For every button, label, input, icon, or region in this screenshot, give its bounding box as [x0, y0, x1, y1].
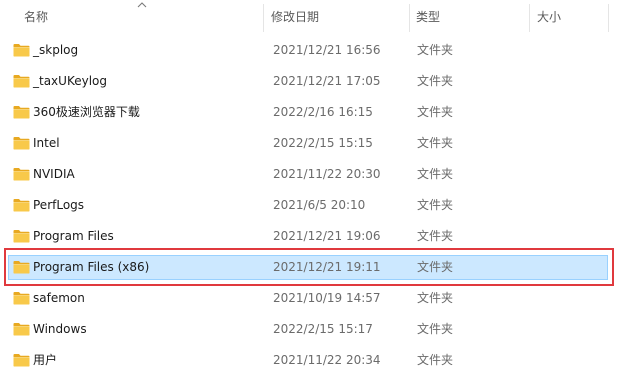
- item-type: 文件夹: [417, 105, 454, 119]
- modified-date: 2022/2/16 16:15: [273, 105, 373, 119]
- folder-icon: [13, 167, 30, 181]
- file-row[interactable]: _taxUKeylog 2021/12/21 17:05 文件夹: [0, 66, 638, 97]
- file-row[interactable]: Intel 2022/2/15 15:15 文件夹: [0, 128, 638, 159]
- folder-icon: [13, 260, 30, 274]
- file-list: _skplog 2021/12/21 16:56 文件夹 _taxUKeylog 202…: [0, 35, 638, 376]
- modified-date: 2022/2/15 15:17: [273, 322, 373, 336]
- file-row[interactable]: PerfLogs 2021/6/5 20:10 文件夹: [0, 190, 638, 221]
- file-name[interactable]: 360极速浏览器下载: [33, 97, 140, 128]
- folder-icon: [13, 353, 30, 367]
- item-type: 文件夹: [417, 291, 454, 305]
- file-name[interactable]: PerfLogs: [33, 190, 84, 221]
- column-divider[interactable]: [608, 4, 609, 32]
- column-header-bar: 名称 修改日期 类型 大小: [0, 0, 638, 34]
- column-header-type[interactable]: 类型: [416, 0, 528, 34]
- file-name[interactable]: safemon: [33, 283, 85, 314]
- file-name[interactable]: Intel: [33, 128, 60, 159]
- folder-icon: [13, 43, 30, 57]
- item-type: 文件夹: [417, 74, 454, 88]
- modified-date: 2021/6/5 20:10: [273, 198, 366, 212]
- item-type: 文件夹: [417, 167, 454, 181]
- folder-icon: [13, 322, 30, 336]
- file-name[interactable]: 用户: [33, 345, 57, 376]
- item-type: 文件夹: [417, 229, 454, 243]
- column-divider[interactable]: [409, 4, 410, 32]
- file-name[interactable]: _skplog: [33, 35, 78, 66]
- folder-icon: [13, 198, 30, 212]
- modified-date: 2021/12/21 16:56: [273, 43, 381, 57]
- file-row[interactable]: Windows 2022/2/15 15:17 文件夹: [0, 314, 638, 345]
- file-row[interactable]: safemon 2021/10/19 14:57 文件夹: [0, 283, 638, 314]
- file-explorer-list: 名称 修改日期 类型 大小 _skplog 2021/12/21 16:56 文件夹…: [0, 0, 638, 377]
- file-name[interactable]: Program Files (x86): [33, 252, 149, 283]
- item-type: 文件夹: [417, 322, 454, 336]
- file-name[interactable]: Windows: [33, 314, 87, 345]
- column-header-date[interactable]: 修改日期: [271, 0, 409, 34]
- folder-icon: [13, 291, 30, 305]
- item-type: 文件夹: [417, 43, 454, 57]
- column-header-name[interactable]: 名称: [24, 0, 262, 34]
- column-divider[interactable]: [529, 4, 530, 32]
- file-row[interactable]: 用户 2021/11/22 20:34 文件夹: [0, 345, 638, 376]
- folder-icon: [13, 136, 30, 150]
- file-name[interactable]: _taxUKeylog: [33, 66, 107, 97]
- folder-icon: [13, 105, 30, 119]
- modified-date: 2021/12/21 19:11: [273, 260, 381, 274]
- item-type: 文件夹: [417, 260, 454, 274]
- file-row[interactable]: Program Files 2021/12/21 19:06 文件夹: [0, 221, 638, 252]
- file-row[interactable]: Program Files (x86) 2021/12/21 19:11 文件夹: [0, 252, 638, 283]
- file-name[interactable]: Program Files: [33, 221, 114, 252]
- item-type: 文件夹: [417, 198, 454, 212]
- column-header-size[interactable]: 大小: [537, 0, 607, 34]
- folder-icon: [13, 74, 30, 88]
- modified-date: 2021/11/22 20:30: [273, 167, 381, 181]
- file-name[interactable]: NVIDIA: [33, 159, 75, 190]
- modified-date: 2022/2/15 15:15: [273, 136, 373, 150]
- item-type: 文件夹: [417, 353, 454, 367]
- item-type: 文件夹: [417, 136, 454, 150]
- folder-icon: [13, 229, 30, 243]
- modified-date: 2021/12/21 19:06: [273, 229, 381, 243]
- modified-date: 2021/11/22 20:34: [273, 353, 381, 367]
- file-row[interactable]: 360极速浏览器下载 2022/2/16 16:15 文件夹: [0, 97, 638, 128]
- file-row[interactable]: _skplog 2021/12/21 16:56 文件夹: [0, 35, 638, 66]
- modified-date: 2021/10/19 14:57: [273, 291, 381, 305]
- column-divider[interactable]: [263, 4, 264, 32]
- file-row[interactable]: NVIDIA 2021/11/22 20:30 文件夹: [0, 159, 638, 190]
- modified-date: 2021/12/21 17:05: [273, 74, 381, 88]
